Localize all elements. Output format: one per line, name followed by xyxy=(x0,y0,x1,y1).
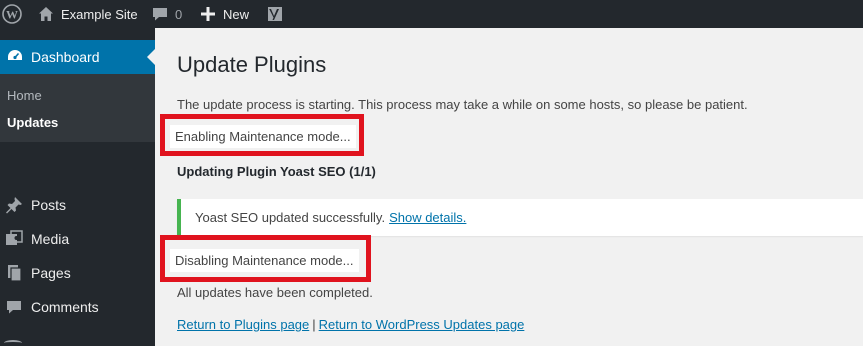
page-title: Update Plugins xyxy=(177,52,327,77)
svg-text:W: W xyxy=(6,8,18,22)
notice-message: Yoast SEO updated successfully. xyxy=(195,210,386,225)
admin-bar: W Example Site 0 New xyxy=(0,0,863,28)
submenu-item-updates[interactable]: Updates xyxy=(7,115,58,130)
new-label: New xyxy=(223,6,250,22)
success-notice: Yoast SEO updated successfully. Show deta… xyxy=(177,199,863,236)
pushpin-icon xyxy=(4,196,24,214)
home-icon xyxy=(39,7,53,21)
sidebar-item-label: Posts xyxy=(31,197,67,213)
sidebar-item-pages[interactable]: Pages xyxy=(0,256,155,290)
notice-text: Yoast SEO updated successfully. Show deta… xyxy=(195,210,466,225)
main-content: Update Plugins The update process is sta… xyxy=(155,28,863,346)
dashboard-gauge-icon xyxy=(6,47,24,68)
sidebar-item-label: Media xyxy=(31,231,70,247)
new-content-button[interactable]: New xyxy=(201,0,249,28)
pages-icon xyxy=(4,264,24,282)
comments-count: 0 xyxy=(175,6,183,22)
completed-text: All updates have been completed. xyxy=(177,285,373,300)
sidebar-item-label: Pages xyxy=(31,265,71,281)
media-icon xyxy=(4,230,24,248)
plus-icon xyxy=(201,7,215,21)
disabling-maintenance-text: Disabling Maintenance mode... xyxy=(170,249,359,272)
yoast-menu-button[interactable] xyxy=(266,0,284,28)
site-name: Example Site xyxy=(61,6,138,22)
enabling-maintenance-text: Enabling Maintenance mode... xyxy=(170,125,356,148)
comments-icon xyxy=(4,298,24,316)
site-name-link[interactable]: Example Site xyxy=(38,0,138,28)
dashboard-submenu: Home Updates xyxy=(0,74,155,142)
sidebar-item-comments[interactable]: Comments xyxy=(0,290,155,324)
sidebar-item-label: Dashboard xyxy=(31,49,100,65)
sidebar-item-dashboard[interactable]: Dashboard xyxy=(0,40,155,74)
sidebar-item-posts[interactable]: Posts xyxy=(0,188,155,222)
comments-link[interactable]: 0 xyxy=(152,0,182,28)
comment-bubble-icon xyxy=(153,8,167,21)
wordpress-logo-icon: W xyxy=(2,4,22,24)
appearance-icon xyxy=(4,340,22,346)
yoast-icon xyxy=(268,7,282,21)
intro-text: The update process is starting. This pro… xyxy=(177,97,748,112)
updating-plugin-heading: Updating Plugin Yoast SEO (1/1) xyxy=(177,164,376,179)
return-to-plugins-link[interactable]: Return to Plugins page xyxy=(177,317,309,332)
return-links: Return to Plugins page | Return to WordPre… xyxy=(177,317,524,332)
current-menu-arrow xyxy=(147,49,155,65)
link-separator: | xyxy=(312,317,316,332)
admin-sidebar: Dashboard Home Updates Posts Media Pages… xyxy=(0,28,155,346)
sidebar-item-media[interactable]: Media xyxy=(0,222,155,256)
return-to-updates-link[interactable]: Return to WordPress Updates page xyxy=(319,317,525,332)
show-details-link[interactable]: Show details. xyxy=(389,210,466,225)
submenu-item-home[interactable]: Home xyxy=(7,88,42,103)
wordpress-logo-button[interactable]: W xyxy=(2,0,24,28)
sidebar-item-label: Comments xyxy=(31,299,99,315)
